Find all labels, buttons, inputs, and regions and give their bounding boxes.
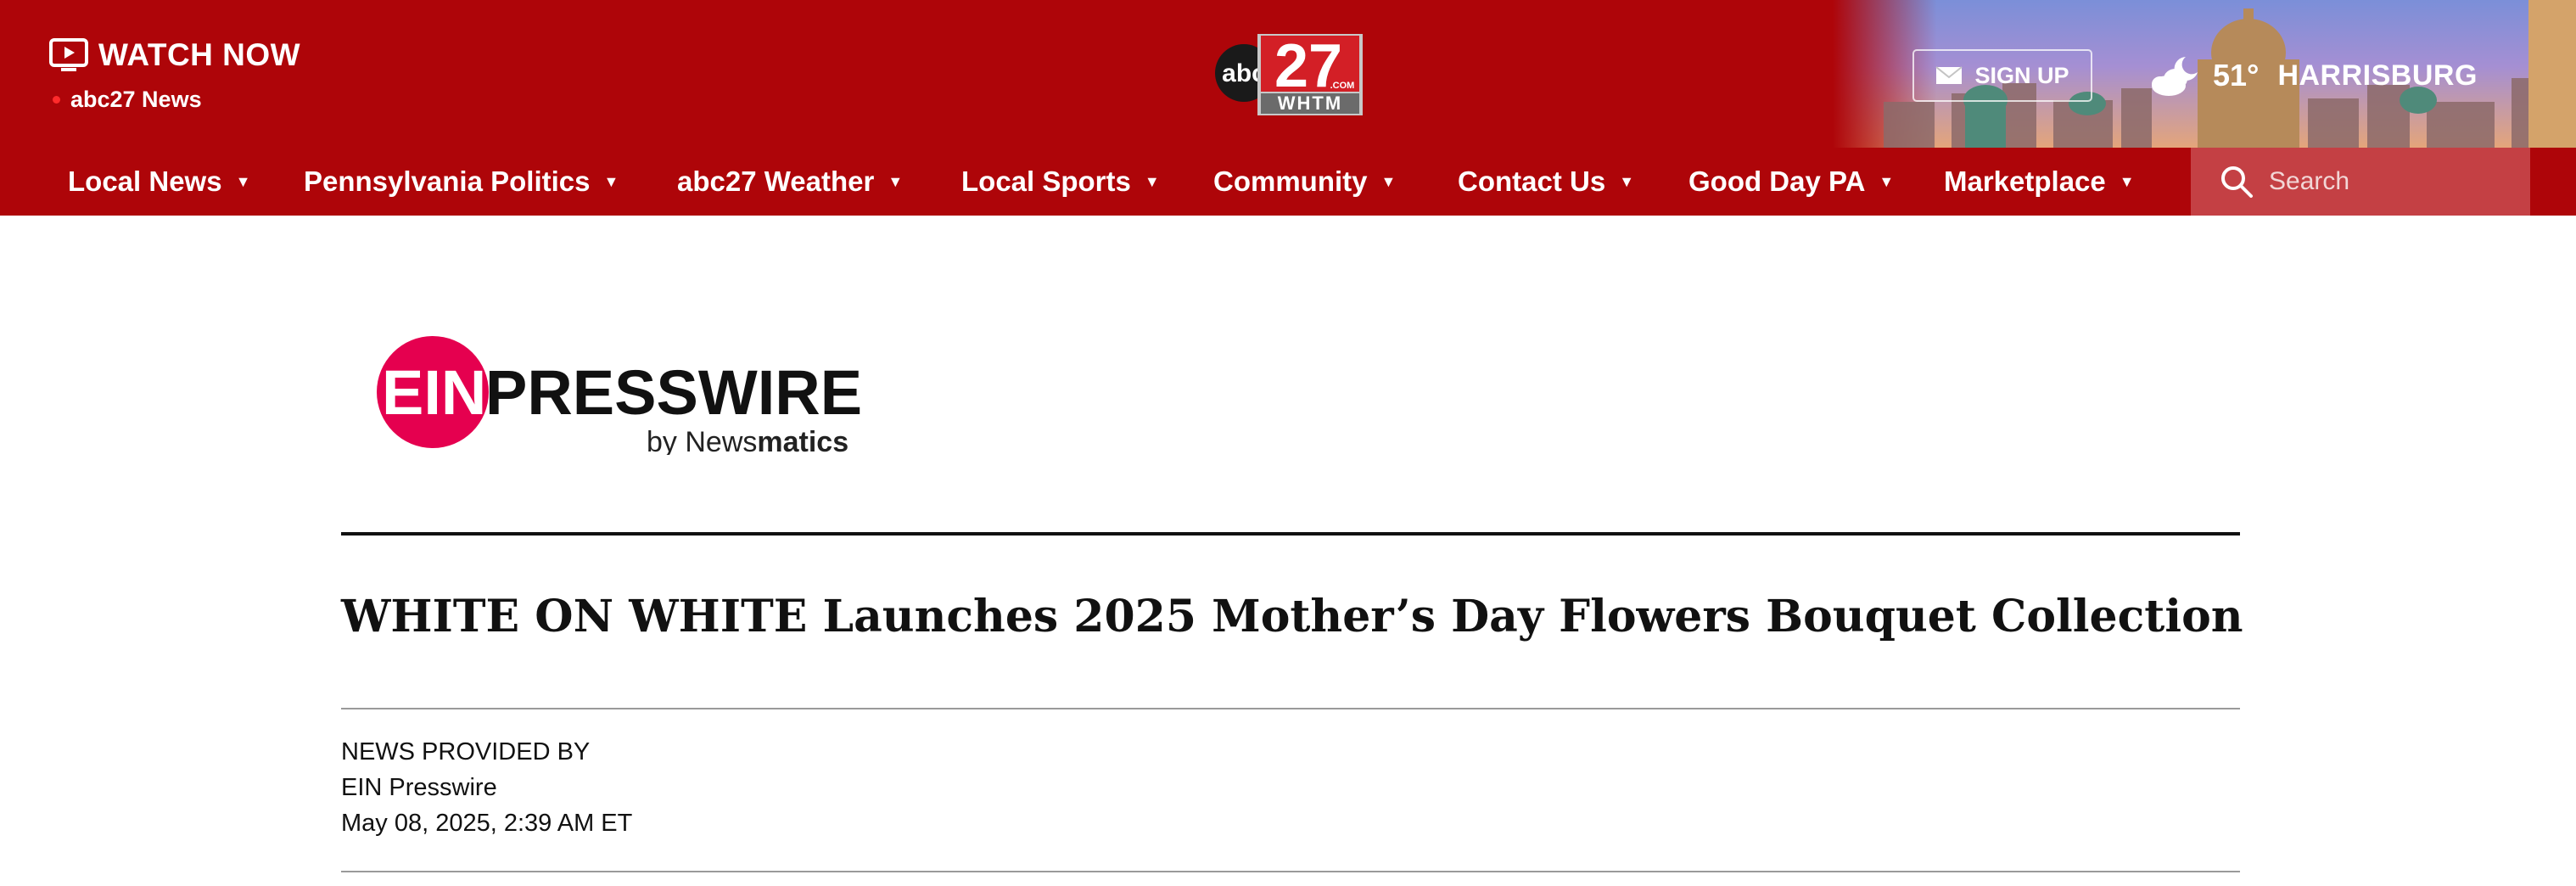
nav-item-label: Local News xyxy=(68,165,222,197)
nav-item-local-news[interactable]: Local News ▼ xyxy=(68,148,250,216)
by-newsmatics-text: by Newsmatics xyxy=(647,426,848,455)
live-dot-icon xyxy=(53,96,60,104)
nav-item-label: Marketplace xyxy=(1944,165,2106,197)
site-header: WATCH NOW abc27 News abc 27 .COM WHTM SI… xyxy=(0,0,2576,216)
logo-com-text: .COM xyxy=(1330,81,1355,91)
watch-now-label: WATCH NOW xyxy=(98,37,301,72)
search-box[interactable] xyxy=(2191,148,2530,216)
news-provider[interactable]: EIN Presswire xyxy=(341,774,497,802)
caret-down-icon: ▼ xyxy=(1380,172,1397,190)
nav-item-local-sports[interactable]: Local Sports ▼ xyxy=(961,148,1160,216)
caret-down-icon: ▼ xyxy=(1619,172,1635,190)
nav-item-good-day-pa[interactable]: Good Day PA ▼ xyxy=(1688,148,1894,216)
nav-item-label: Good Day PA xyxy=(1688,165,1866,197)
search-icon[interactable] xyxy=(2220,165,2254,199)
abc27-logo[interactable]: abc 27 .COM WHTM xyxy=(1215,31,1364,119)
mail-icon xyxy=(1935,66,1963,84)
sign-up-button[interactable]: SIGN UP xyxy=(1912,49,2092,102)
ein-logo-text: EIN xyxy=(382,357,486,428)
nav-item-marketplace[interactable]: Marketplace ▼ xyxy=(1944,148,2135,216)
divider xyxy=(341,708,2240,709)
nav-item-label: Local Sports xyxy=(961,165,1131,197)
header-top-bar: WATCH NOW abc27 News abc 27 .COM WHTM SI… xyxy=(0,0,2576,148)
logo-callsign-text: WHTM xyxy=(1278,93,1342,114)
weather-city: HARRISBURG xyxy=(2277,59,2478,92)
caret-down-icon: ▼ xyxy=(2119,172,2135,190)
section-divider xyxy=(341,532,2240,536)
weather-widget[interactable]: 51° HARRISBURG xyxy=(2148,49,2478,102)
main-navigation: Local News ▼ Pennsylvania Politics ▼ abc… xyxy=(0,148,2576,216)
live-stream-label: abc27 News xyxy=(70,87,202,112)
nav-item-abc27-weather[interactable]: abc27 Weather ▼ xyxy=(677,148,903,216)
nav-item-label: abc27 Weather xyxy=(677,165,875,197)
nav-item-contact-us[interactable]: Contact Us ▼ xyxy=(1458,148,1634,216)
tv-play-icon xyxy=(49,38,88,71)
presswire-logo-text: PRESSWIRE xyxy=(485,357,862,428)
nav-item-community[interactable]: Community ▼ xyxy=(1213,148,1396,216)
watch-now-button[interactable]: WATCH NOW xyxy=(49,37,300,73)
article-headline: WHITE ON WHITE Launches 2025 Mother’s Da… xyxy=(341,591,2243,642)
caret-down-icon: ▼ xyxy=(1879,172,1895,190)
caret-down-icon: ▼ xyxy=(888,172,904,190)
live-stream-link[interactable]: abc27 News xyxy=(53,87,202,113)
nav-item-label: Community xyxy=(1213,165,1368,197)
caret-down-icon: ▼ xyxy=(1144,172,1160,190)
weather-temperature: 51° xyxy=(2213,58,2260,93)
divider xyxy=(341,871,2240,872)
caret-down-icon: ▼ xyxy=(235,172,251,190)
caret-down-icon: ▼ xyxy=(603,172,619,190)
partly-cloudy-night-icon xyxy=(2152,57,2198,96)
provided-by-label: NEWS PROVIDED BY xyxy=(341,738,591,765)
article-date: May 08, 2025, 2:39 AM ET xyxy=(341,810,633,837)
nav-item-label: Contact Us xyxy=(1458,165,1606,197)
search-input[interactable] xyxy=(2269,167,2523,196)
nav-item-pennsylvania-politics[interactable]: Pennsylvania Politics ▼ xyxy=(304,148,619,216)
ein-presswire-logo[interactable]: EIN PRESSWIRE by Newsmatics xyxy=(377,336,886,458)
sign-up-label: SIGN UP xyxy=(1974,62,2069,88)
nav-item-label: Pennsylvania Politics xyxy=(304,165,591,197)
